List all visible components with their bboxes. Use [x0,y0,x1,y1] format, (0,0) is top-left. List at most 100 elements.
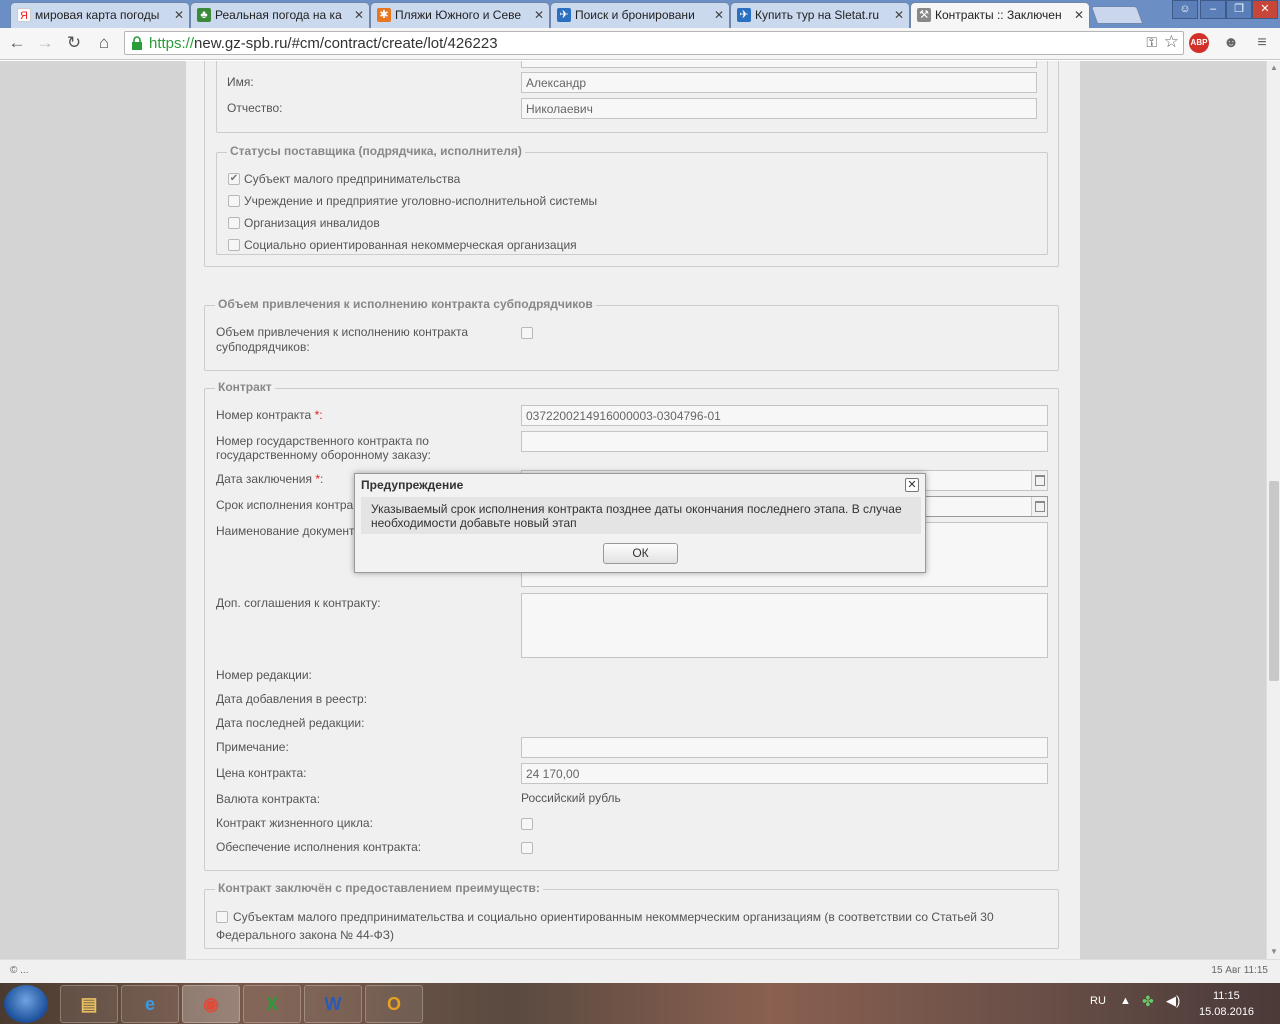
lifecycle-label: Контракт жизненного цикла: [216,816,373,830]
chrome-icon[interactable]: ◉ [182,985,240,1023]
gov-contract-label-line2: государственному оборонному заказу: [216,448,431,462]
menu-icon[interactable]: ≡ [1252,33,1272,53]
document-name-label: Наименование документа: [216,524,365,538]
address-bar[interactable]: https://new.gz-spb.ru/#cm/contract/creat… [124,31,1184,55]
warning-dialog: Предупреждение ✕ Указываемый срок исполн… [354,473,926,573]
explorer-icon[interactable]: ▤ [60,985,118,1023]
calendar-icon[interactable] [1031,471,1047,490]
key-icon[interactable]: ⚿ [1146,34,1157,51]
star-icon[interactable]: ☆ [1164,32,1179,52]
scroll-down-icon[interactable]: ▼ [1269,947,1279,957]
currency-value: Российский рубль [521,791,621,805]
volume-icon[interactable]: ◀) [1166,993,1180,1009]
ie-icon[interactable]: e [121,985,179,1023]
copyright-text: © ... [10,965,29,976]
windows-start-icon[interactable] [4,985,48,1023]
contract-number-field[interactable]: 0372200214916000003-0304796-01 [521,405,1048,426]
new-tab-button[interactable] [1090,6,1144,24]
gov-contract-label-line1: Номер государственного контракта по [216,434,429,448]
tab-contracts[interactable]: ⚒ Контракты :: Заключен ✕ [910,2,1090,29]
clock-time[interactable]: 11:15 [1213,990,1240,1002]
vertical-scrollbar[interactable]: ▲ ▼ [1266,61,1280,959]
tray-expand-icon[interactable]: ▲ [1120,995,1131,1007]
tab-label: Поиск и бронировани [575,8,695,22]
adblock-icon[interactable]: ABP [1189,33,1209,53]
subcontract-label-line1: Объем привлечения к исполнению контракта [216,325,469,339]
tab-close-icon[interactable]: ✕ [714,8,724,22]
supplier-status-legend: Статусы поставщика (подрядчика, исполнит… [227,144,525,158]
reload-icon[interactable]: ↻ [63,32,85,54]
window-close-icon[interactable]: ✕ [1252,0,1278,19]
browser-tab-strip: Я мировая карта погоды ✕ ♣ Реальная пого… [0,0,1280,29]
ok-button[interactable]: ОК [603,543,678,564]
tab-close-icon[interactable]: ✕ [174,8,184,22]
tab-buy-tour[interactable]: ✈ Купить тур на Sletat.ru ✕ [730,2,910,28]
status-label: Учреждение и предприятие уголовно-исполн… [244,194,598,208]
scrollbar-thumb[interactable] [1269,481,1279,681]
tab-close-icon[interactable]: ✕ [1074,8,1084,22]
tray-app-icon[interactable]: ✤ [1142,993,1154,1010]
status-datetime: 15 Авг 11:15 [1211,965,1268,976]
calendar-icon[interactable] [1031,497,1047,516]
status-label: Организация инвалидов [244,216,380,230]
subcontract-checkbox[interactable] [521,327,533,339]
status-label: Социально ориентированная некоммерческая… [244,238,577,252]
tab-real-weather[interactable]: ♣ Реальная погода на ка ✕ [190,2,370,28]
excel-icon[interactable]: X [243,985,301,1023]
back-icon[interactable]: ← [6,32,28,54]
browser-toolbar: ← → ↻ ⌂ https://new.gz-spb.ru/#cm/contra… [0,28,1280,60]
contract-legend: Контракт [215,380,275,394]
tab-booking-search[interactable]: ✈ Поиск и бронировани ✕ [550,2,730,28]
tab-weather-map[interactable]: Я мировая карта погоды ✕ [10,2,190,28]
sletat-icon: ✈ [557,8,571,22]
advantage-checkbox[interactable] [216,911,228,923]
palm-icon: ♣ [197,8,211,22]
clock-date[interactable]: 15.08.2016 [1199,1006,1254,1018]
scroll-up-icon[interactable]: ▲ [1269,63,1279,73]
addenda-label: Доп. соглашения к контракту: [216,596,381,610]
dialog-message: Указываемый срок исполнения контракта по… [361,497,921,534]
tab-label: Купить тур на Sletat.ru [755,8,880,22]
tab-label: Контракты :: Заключен [935,8,1062,22]
note-label: Примечание: [216,740,289,754]
price-label: Цена контракта: [216,766,307,780]
security-label: Обеспечение исполнения контракта: [216,840,422,854]
tab-close-icon[interactable]: ✕ [894,8,904,22]
extension-icon[interactable]: ☻ [1221,33,1241,53]
status-checkbox-nonprofit[interactable] [228,239,240,251]
tab-close-icon[interactable]: ✕ [354,8,364,22]
dialog-close-icon[interactable]: ✕ [905,478,919,492]
subcontract-label-line2: субподрядчиков: [216,340,310,354]
lifecycle-checkbox[interactable] [521,818,533,830]
tab-label: мировая карта погоды [35,8,160,22]
status-checkbox-penal-system[interactable] [228,195,240,207]
outlook-icon[interactable]: O [365,985,423,1023]
price-field[interactable]: 24 170,00 [521,763,1048,784]
advantage-label-line1: Субъектам малого предпринимательства и с… [233,910,994,924]
security-checkbox[interactable] [521,842,533,854]
page-status-bar: © ... 15 Авг 11:15 [0,959,1280,983]
contract-number-label: Номер контракта *: [216,408,323,422]
conclusion-date-label: Дата заключения *: [216,472,324,486]
restore-icon[interactable]: ❐ [1226,0,1252,19]
note-field[interactable] [521,737,1048,758]
home-icon[interactable]: ⌂ [93,32,115,54]
addenda-field[interactable] [521,593,1048,658]
user-icon[interactable]: ☺ [1172,0,1198,19]
gov-contract-field[interactable] [521,431,1048,452]
status-checkbox-small-business[interactable]: ✔ [228,173,240,185]
minimize-icon[interactable]: – [1200,0,1226,19]
joomla-icon: ✱ [377,8,391,22]
subcontract-legend: Объем привлечения к исполнению контракта… [215,297,596,311]
word-icon[interactable]: W [304,985,362,1023]
tab-close-icon[interactable]: ✕ [534,8,544,22]
tab-beaches[interactable]: ✱ Пляжи Южного и Севе ✕ [370,2,550,28]
advantage-legend: Контракт заключён с предоставлением преи… [215,881,543,895]
forward-icon[interactable]: → [34,32,56,54]
gavel-icon: ⚒ [917,8,931,22]
language-indicator[interactable]: RU [1090,995,1106,1007]
status-checkbox-disabled-org[interactable] [228,217,240,229]
status-label: Субъект малого предпринимательства [244,172,461,186]
advantage-label-line2: Федерального закона № 44-ФЗ) [216,928,395,942]
url-text: https://new.gz-spb.ru/#cm/contract/creat… [149,35,498,52]
